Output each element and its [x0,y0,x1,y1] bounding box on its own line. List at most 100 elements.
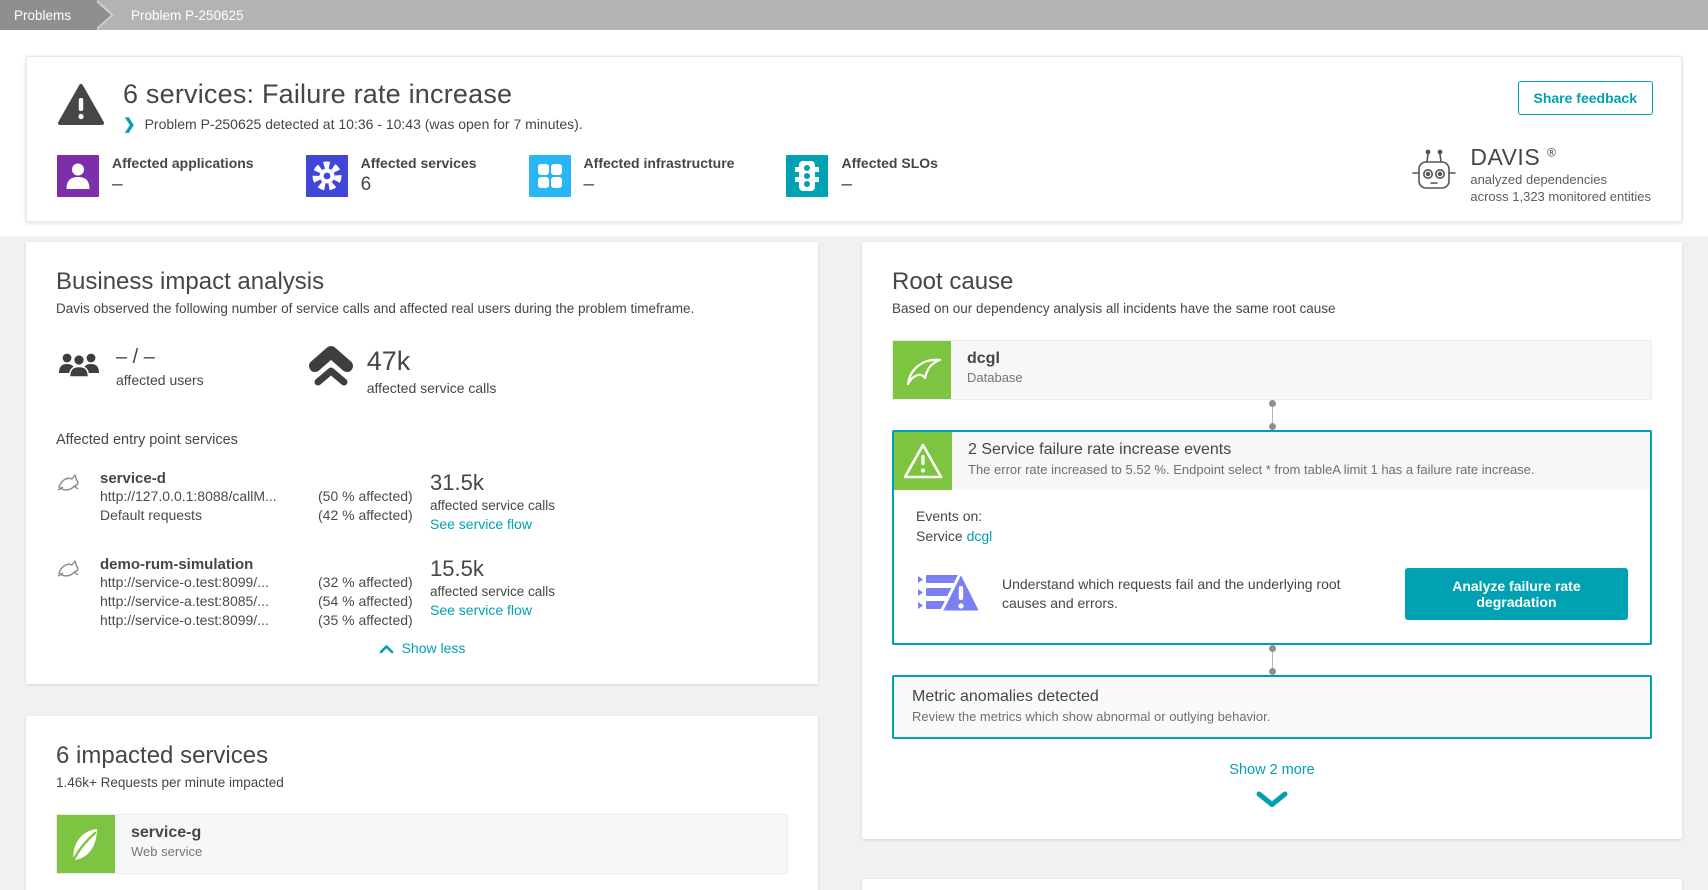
dependency-connector [892,645,1652,675]
entry-path: http://service-o.test:8099/... [100,574,269,590]
root-entity-name: dcgl [967,350,1000,367]
affected-calls-stat: 47k affected service calls [308,346,497,396]
see-service-flow-link[interactable]: See service flow [430,602,532,618]
user-icon [57,155,99,197]
header-band: Share feedback 6 services: Failure rate … [0,30,1708,236]
visual-resolution-path-card[interactable]: Visual resolution path Click to see how … [862,879,1682,890]
davis-line2: across 1,323 monitored entities [1470,189,1651,204]
entry-path: http://service-o.test:8099/... [100,612,269,628]
traffic-light-icon [786,155,829,197]
show-less[interactable]: Show less [56,640,788,658]
metric-card-title: Metric anomalies detected [912,688,1099,705]
affected-users-value: – / – [116,346,155,368]
stat-label: Affected infrastructure [583,155,735,171]
dcgl-database-tile[interactable]: dcgl Database [892,340,1652,400]
breadcrumb-problems-label: Problems [14,7,72,23]
entry-path: http://service-a.test:8085/... [100,593,269,609]
event-warning-icon [894,432,952,490]
stat-affected-services[interactable]: Affected services 6 [305,155,477,197]
root-cause-card: Root cause Based on our dependency analy… [862,242,1682,839]
chevron-down-icon[interactable] [892,791,1652,813]
events-on-service: Service dcgl [916,528,993,544]
entry-pct: (32 % affected) [318,574,413,590]
impacted-services-card: 6 impacted services 1.46k+ Requests per … [26,716,818,890]
davis-name: DAVIS ® [1470,144,1557,170]
breadcrumb-problem-id[interactable]: Problem P-250625 [97,0,262,30]
entry-name[interactable]: service-d [100,470,430,487]
entry-pct: (42 % affected) [318,507,413,523]
show-more[interactable]: Show 2 more [892,761,1652,813]
stat-label: Affected services [360,155,477,171]
service-animal-icon [56,556,100,630]
dependency-connector [892,400,1652,430]
entry-name[interactable]: demo-rum-simulation [100,556,430,573]
root-cause-subtitle: Based on our dependency analysis all inc… [892,301,1336,316]
analyze-failure-rate-button[interactable]: Analyze failure rate degradation [1404,567,1628,620]
affected-users-stat: – / – affected users [56,346,204,396]
stat-affected-slos[interactable]: Affected SLOs – [786,155,938,197]
share-feedback-button[interactable]: Share feedback [1517,81,1653,115]
page-title: 6 services: Failure rate increase [123,79,513,109]
show-less-label: Show less [401,640,466,656]
infrastructure-icon [528,155,571,197]
events-on-label: Events on: [916,508,983,524]
stat-affected-infrastructure[interactable]: Affected infrastructure – [528,155,735,197]
warning-triangle-icon [57,83,105,132]
event-title: 2 Service failure rate increase events [968,441,1232,458]
business-impact-subtitle: Davis observed the following number of s… [56,301,695,316]
service-animal-icon [56,470,100,534]
chevron-up-icon [379,645,393,654]
entry-pct: (50 % affected) [318,488,413,504]
failure-rate-event-card[interactable]: 2 Service failure rate increase events T… [892,430,1652,645]
service-name: service-g [131,824,202,841]
expand-chevron-icon[interactable]: ❯ [123,115,136,133]
problem-timeframe: Problem P-250625 detected at 10:36 - 10:… [144,116,583,132]
failed-requests-icon [916,564,983,623]
spring-leaf-icon [57,815,115,873]
entry-points-title: Affected entry point services [56,432,238,448]
users-group-icon [56,346,102,387]
impacted-services-title: 6 impacted services [56,742,269,769]
stat-affected-applications[interactable]: Affected applications – [57,155,254,197]
business-impact-card: Business impact analysis Davis observed … [26,242,818,684]
show-more-label: Show 2 more [1229,762,1315,778]
dcgl-service-link[interactable]: dcgl [967,528,993,544]
affected-calls-value: 47k [366,346,411,376]
entry-point-service-d: service-d http://127.0.0.1:8088/callM...… [56,470,788,534]
entry-calls-value: 31.5k [430,470,484,495]
stat-label: Affected SLOs [841,155,938,171]
affected-calls-label: affected service calls [366,380,497,396]
metric-card-description: Review the metrics which show abnormal o… [912,709,1271,724]
breadcrumb-problem-id-label: Problem P-250625 [131,7,244,23]
gear-icon [305,155,348,197]
davis-robot-icon [1410,146,1458,203]
root-cause-title: Root cause [892,268,1014,295]
problem-header-card: Share feedback 6 services: Failure rate … [26,56,1682,222]
entry-calls-label: affected service calls [430,498,556,513]
cta-text: Understand which requests fail and the u… [1002,575,1341,611]
stat-value: 6 [360,174,372,195]
stat-label: Affected applications [112,155,254,171]
see-service-flow-link[interactable]: See service flow [430,516,532,532]
mysql-dolphin-icon [893,341,951,399]
root-entity-type: Database [967,370,1023,385]
davis-block: DAVIS ® analyzed dependencies across 1,3… [1410,144,1651,205]
entry-pct: (35 % affected) [318,612,413,628]
davis-line1: analyzed dependencies [1470,172,1607,187]
breadcrumb: Problems Problem P-250625 [0,0,1708,30]
entry-pct: (54 % affected) [318,593,413,609]
entry-path: Default requests [100,507,202,523]
stat-value: – [583,174,595,195]
affected-users-label: affected users [116,372,204,388]
metric-anomalies-card[interactable]: Metric anomalies detected Review the met… [892,675,1652,739]
entry-calls-label: affected service calls [430,584,556,599]
impacted-services-subtitle: 1.46k+ Requests per minute impacted [56,775,284,790]
service-g-tile[interactable]: service-g Web service [56,814,788,874]
entry-calls-value: 15.5k [430,556,484,581]
event-description: The error rate increased to 5.52 %. Endp… [968,462,1535,477]
stat-value: – [841,174,853,195]
entry-path: http://127.0.0.1:8088/callM... [100,488,277,504]
business-impact-title: Business impact analysis [56,268,325,295]
breadcrumb-problems[interactable]: Problems [0,0,115,30]
service-type: Web service [131,844,203,859]
